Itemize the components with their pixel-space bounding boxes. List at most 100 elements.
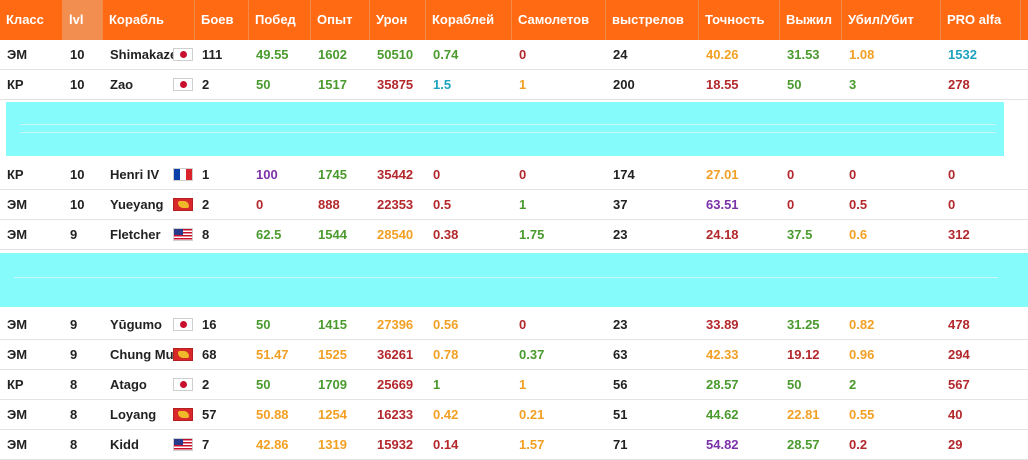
- cell-acc: 28.57: [706, 377, 739, 392]
- column-header[interactable]: Убил/Убит: [842, 0, 941, 40]
- cell-ships: 0.14: [433, 437, 459, 452]
- cell-xp: 888: [318, 197, 340, 212]
- column-header[interactable]: Выжил: [780, 0, 842, 40]
- cell-xp: 1544: [318, 227, 347, 242]
- cell-pro: 29: [948, 437, 963, 452]
- cell-dmg: 36261: [377, 347, 414, 362]
- cell-surv: 28.57: [787, 437, 820, 452]
- cell-cls: ЭМ: [7, 437, 28, 452]
- cell-dmg: 35442: [377, 167, 414, 182]
- column-header[interactable]: Побед: [249, 0, 311, 40]
- cell-pro: 312: [948, 227, 970, 242]
- cell-xp: 1319: [318, 437, 347, 452]
- us-flag-icon: [173, 228, 193, 241]
- cell-wins: 50: [256, 317, 271, 332]
- cell-xp: 1525: [318, 347, 347, 362]
- cell-ships: 0.74: [433, 47, 459, 62]
- cell-ship[interactable]: Yūgumo: [103, 310, 173, 339]
- column-header[interactable]: Класс: [0, 0, 63, 40]
- column-header[interactable]: Опыт: [311, 0, 370, 40]
- cell-ship[interactable]: Fletcher: [103, 220, 173, 249]
- cell-battles: 2: [202, 377, 210, 392]
- cell-cls: ЭМ: [7, 347, 28, 362]
- cell-xp: 1254: [318, 407, 347, 422]
- cn-flag-icon: [173, 408, 193, 421]
- cell-dmg: 27396: [377, 317, 414, 332]
- cell-shots: 56: [613, 377, 628, 392]
- fr-flag-icon: [173, 168, 193, 181]
- cell-battles: 1: [202, 167, 210, 182]
- cell-battles: 8: [202, 227, 210, 242]
- cell-ships: 1.5: [433, 77, 452, 92]
- table-row[interactable]: ЭМ 8 Kidd 7 42.86 1319 15932 0.14 1.57 71 54.82 28.…: [0, 430, 1028, 460]
- cell-acc: 24.18: [706, 227, 739, 242]
- table-row[interactable]: ЭМ 9 Fletcher 8 62.5 1544 28540 0.38 1.75 23 24.18…: [0, 220, 1028, 250]
- column-header[interactable]: lvl: [63, 0, 103, 40]
- cell-shots: 63: [613, 347, 628, 362]
- cell-pro: 0: [948, 167, 956, 182]
- us-flag-icon: [173, 438, 193, 451]
- column-header[interactable]: PRO alfa: [941, 0, 1021, 40]
- cell-wins: 0: [256, 197, 264, 212]
- column-header[interactable]: Корабль: [103, 0, 195, 40]
- cell-surv: 31.25: [787, 317, 820, 332]
- cell-ship[interactable]: Chung Mu: [103, 340, 173, 369]
- cell-xp: 1745: [318, 167, 347, 182]
- cell-battles: 2: [202, 197, 210, 212]
- column-header[interactable]: Боев: [195, 0, 249, 40]
- cell-kd: 0.96: [849, 347, 875, 362]
- cell-planes: 1: [519, 77, 527, 92]
- cell-kd: 3: [849, 77, 857, 92]
- column-header[interactable]: Урон: [370, 0, 426, 40]
- cell-lvl: 8: [70, 407, 78, 422]
- table-row[interactable]: ЭМ 10 Yueyang 2 0 888 22353 0.5 1 37 63.51 0 0.5 0: [0, 190, 1028, 220]
- cell-ship[interactable]: Atago: [103, 370, 173, 399]
- cell-planes: 0.37: [519, 347, 545, 362]
- cell-ship[interactable]: Zao: [103, 70, 173, 99]
- table-row[interactable]: КР 10 Henri IV 1 100 1745 35442 0 0 174 27.01 0 0 0: [0, 160, 1028, 190]
- column-header[interactable]: Точность: [699, 0, 780, 40]
- cell-pro: 478: [948, 317, 970, 332]
- cell-battles: 57: [202, 407, 217, 422]
- cell-surv: 19.12: [787, 347, 820, 362]
- cell-wins: 51.47: [256, 347, 289, 362]
- cell-ship[interactable]: Loyang: [103, 400, 173, 429]
- jp-flag-icon: [173, 48, 193, 61]
- cell-cls: ЭМ: [7, 197, 28, 212]
- table-row[interactable]: КР 10 Zao 2 50 1517 35875 1.5 1 200 18.55 50 3 278: [0, 70, 1028, 100]
- cell-acc: 33.89: [706, 317, 739, 332]
- cell-acc: 54.82: [706, 437, 739, 452]
- cell-wins: 62.5: [256, 227, 282, 242]
- cell-planes: 1: [519, 197, 527, 212]
- table-row[interactable]: ЭМ 8 Loyang 57 50.88 1254 16233 0.42 0.21 51 44.62…: [0, 400, 1028, 430]
- cell-surv: 50: [787, 377, 802, 392]
- table-row[interactable]: ЭМ 9 Chung Mu 68 51.47 1525 36261 0.78 0.37 63 42.…: [0, 340, 1028, 370]
- cell-ship[interactable]: Kidd: [103, 430, 173, 459]
- cell-ship[interactable]: Yueyang: [103, 190, 173, 219]
- cell-ships: 0.56: [433, 317, 459, 332]
- table-row[interactable]: КР 8 Atago 2 50 1709 25669 1 1 56 28.57 50 2 567: [0, 370, 1028, 400]
- jp-flag-icon: [173, 318, 193, 331]
- cell-kd: 1.08: [849, 47, 875, 62]
- cell-acc: 42.33: [706, 347, 739, 362]
- cell-kd: 0.82: [849, 317, 875, 332]
- cell-ship[interactable]: Shimakaze: [103, 40, 173, 69]
- cell-pro: 1532: [948, 47, 977, 62]
- cell-lvl: 9: [70, 317, 78, 332]
- table-row[interactable]: ЭМ 10 Shimakaze 111 49.55 1602 50510 0.74 0 24 40.…: [0, 40, 1028, 70]
- cell-ship[interactable]: Henri IV: [103, 160, 173, 189]
- cell-surv: 0: [787, 197, 795, 212]
- cell-dmg: 15932: [377, 437, 414, 452]
- column-header[interactable]: Кораблей: [426, 0, 512, 40]
- column-header[interactable]: Самолетов: [512, 0, 606, 40]
- cell-dmg: 22353: [377, 197, 414, 212]
- cell-kd: 0.5: [849, 197, 868, 212]
- cell-kd: 0.2: [849, 437, 868, 452]
- jp-flag-icon: [173, 378, 193, 391]
- corrupted-row-band: [6, 102, 1004, 156]
- cell-ships: 1: [433, 377, 441, 392]
- column-header[interactable]: выстрелов: [606, 0, 699, 40]
- cell-shots: 23: [613, 317, 628, 332]
- cell-wins: 50.88: [256, 407, 289, 422]
- table-row[interactable]: ЭМ 9 Yūgumo 16 50 1415 27396 0.56 0 23 33.89 31.25 0…: [0, 310, 1028, 340]
